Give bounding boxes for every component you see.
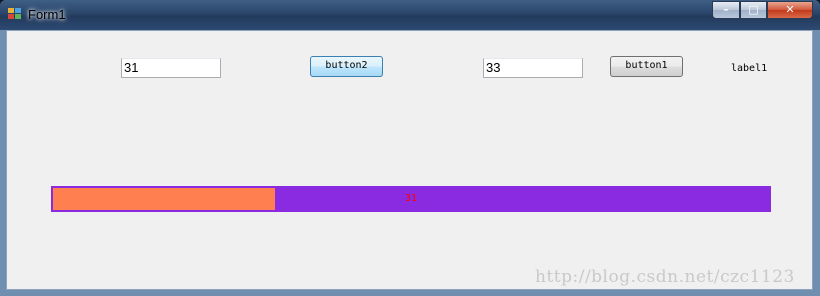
window-title: Form1 <box>28 7 66 22</box>
title-bar[interactable]: Form1 – □ ✕ <box>0 0 820 30</box>
app-window: Form1 – □ ✕ 31 button2 33 button1 label1… <box>0 0 820 296</box>
watermark-text: http://blog.csdn.net/czc1123 <box>535 267 795 287</box>
app-icon <box>8 8 22 20</box>
textbox2[interactable]: 33 <box>483 58 583 78</box>
close-button[interactable]: ✕ <box>767 1 813 19</box>
textbox1[interactable]: 31 <box>121 58 221 78</box>
form-client-area: 31 button2 33 button1 label1 31 http://b… <box>6 30 813 290</box>
minimize-button[interactable]: – <box>712 1 740 19</box>
button1[interactable]: button1 <box>610 56 683 77</box>
button2[interactable]: button2 <box>310 56 383 77</box>
maximize-button[interactable]: □ <box>740 1 767 19</box>
custom-progress-bar: 31 <box>51 186 771 212</box>
close-icon: ✕ <box>785 3 795 16</box>
maximize-icon: □ <box>748 3 759 16</box>
label1: label1 <box>731 63 768 74</box>
progress-text: 31 <box>404 193 418 204</box>
minimize-icon: – <box>723 3 729 16</box>
